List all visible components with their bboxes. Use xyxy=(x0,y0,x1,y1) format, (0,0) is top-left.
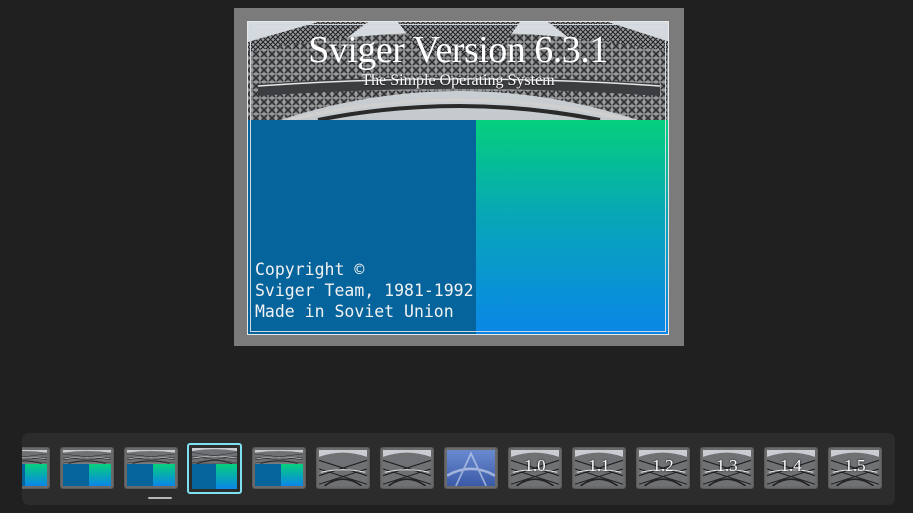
thumbnail-photo xyxy=(22,450,47,464)
thumbnail-image: 1.5 xyxy=(831,450,879,486)
image-viewer: Sviger Version 6.3.1 The Simple Operatin… xyxy=(0,0,913,513)
thumbnail-blue-panel xyxy=(192,463,217,489)
thumbnail-photo xyxy=(192,448,237,464)
thumbnail-photo xyxy=(63,450,111,464)
filmstrip-thumbnail[interactable]: 1.1 xyxy=(572,447,626,489)
filmstrip-thumbnail[interactable]: 1.2 xyxy=(636,447,690,489)
thumbnail-gradient-panel xyxy=(280,463,303,486)
copyright-line: Made in Soviet Union xyxy=(255,302,454,321)
thumbnail-image: 1.2 xyxy=(639,450,687,486)
thumbnail-image xyxy=(383,450,431,486)
preview-frame: Sviger Version 6.3.1 The Simple Operatin… xyxy=(234,8,684,346)
filmstrip-thumbnail[interactable]: 1.4 xyxy=(764,447,818,489)
filmstrip-thumbnail[interactable]: 1.3 xyxy=(700,447,754,489)
thumbnail-image xyxy=(319,450,367,486)
filmstrip-thumbnail[interactable]: 1.0 xyxy=(508,447,562,489)
thumbnail-version-label: 1.5 xyxy=(844,456,866,475)
thumbnail-image: 1.4 xyxy=(767,450,815,486)
filmstrip-thumbnail[interactable] xyxy=(22,447,50,489)
thumbnail-image xyxy=(192,448,237,489)
thumbnail-image xyxy=(255,450,303,486)
thumbnail-gradient-panel xyxy=(152,463,175,486)
filmstrip-thumbnail[interactable]: 1.5 xyxy=(828,447,882,489)
thumbnail-version-label: 1.2 xyxy=(652,456,674,475)
current-position-indicator xyxy=(148,497,172,499)
thumbnail-gradient-panel xyxy=(24,463,47,486)
filmstrip-thumbnail[interactable] xyxy=(60,447,114,489)
thumbnail-blue-panel xyxy=(63,463,89,486)
thumbnail-gradient-panel xyxy=(88,463,111,486)
thumbnail-version-label: 1.0 xyxy=(524,456,546,475)
thumbnail-image xyxy=(22,450,47,486)
splash-image[interactable]: Sviger Version 6.3.1 The Simple Operatin… xyxy=(247,21,669,335)
thumbnail-image: 1.1 xyxy=(575,450,623,486)
thumbnail-version-label: 1.3 xyxy=(716,456,738,475)
splash-title: Sviger Version 6.3.1 xyxy=(308,29,608,71)
thumbnail-image xyxy=(127,450,175,486)
thumbnail-version-label: 1.4 xyxy=(780,456,802,475)
filmstrip-thumbnail[interactable] xyxy=(316,447,370,489)
filmstrip-thumbnail[interactable] xyxy=(124,447,178,489)
thumbnail-gradient-panel xyxy=(216,463,237,489)
filmstrip-thumbnail[interactable] xyxy=(187,443,242,494)
copyright-line: Sviger Team, 1981-1992 xyxy=(255,281,474,300)
splash-gradient-panel xyxy=(476,120,668,334)
filmstrip-thumbnail[interactable] xyxy=(444,447,498,489)
thumbnail-blue-panel xyxy=(255,463,281,486)
thumbnail-photo xyxy=(127,450,175,464)
filmstrip-thumbnail[interactable] xyxy=(252,447,306,489)
splash-subtitle: The Simple Operating System xyxy=(361,72,555,89)
thumbnail-blue-panel xyxy=(127,463,153,486)
thumbnail-image xyxy=(447,450,495,486)
thumbnail-image: 1.0 xyxy=(511,450,559,486)
thumbnail-photo xyxy=(255,450,303,464)
thumbnail-image xyxy=(63,450,111,486)
thumbnail-image: 1.3 xyxy=(703,450,751,486)
copyright-line: Copyright © xyxy=(255,260,365,279)
filmstrip[interactable]: 1.0 1.1 1.2 1.3 1.4 1.5 xyxy=(22,433,895,505)
thumbnail-version-label: 1.1 xyxy=(588,456,610,475)
copyright-block: Copyright © Sviger Team, 1981-1992 Made … xyxy=(255,259,474,322)
filmstrip-thumbnail[interactable] xyxy=(380,447,434,489)
